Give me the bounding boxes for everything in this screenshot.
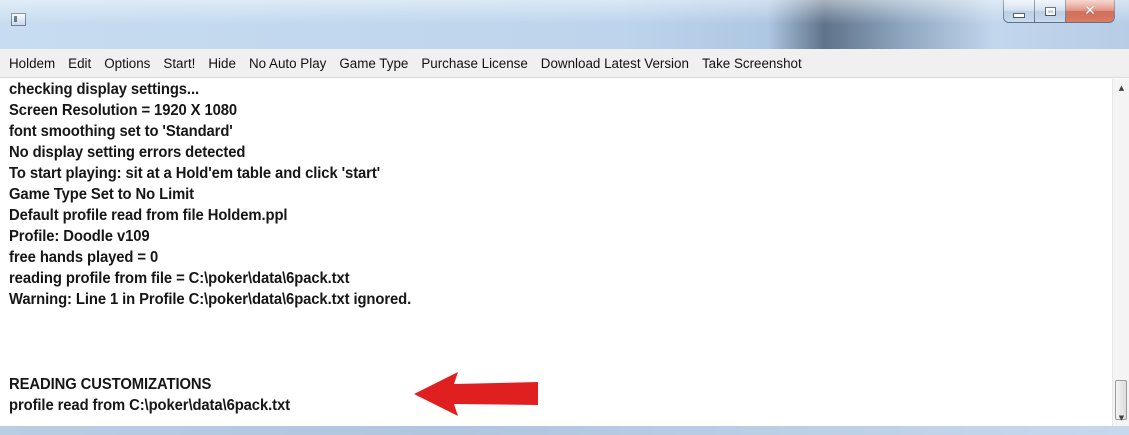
- menu-holdem[interactable]: Holdem: [9, 56, 55, 71]
- app-icon[interactable]: [11, 13, 26, 26]
- close-button[interactable]: ✕: [1066, 0, 1114, 22]
- minimize-button[interactable]: [1004, 0, 1035, 22]
- log-line: profile read from C:\poker\data\6pack.tx…: [9, 397, 290, 414]
- scroll-down-icon: ▼: [1118, 413, 1125, 422]
- app-window: ✕ Holdem Edit Options Start! Hide No Aut…: [0, 0, 1129, 435]
- log-line: To start playing: sit at a Hold'em table…: [9, 165, 381, 182]
- close-icon: ✕: [1084, 3, 1096, 19]
- log-output[interactable]: checking display settings... Screen Reso…: [9, 81, 1109, 431]
- scroll-down-button[interactable]: ▼: [1113, 409, 1129, 426]
- log-line: No display setting errors detected: [9, 144, 246, 161]
- menu-no-auto-play[interactable]: No Auto Play: [249, 56, 326, 71]
- maximize-button[interactable]: [1035, 0, 1066, 22]
- title-bar[interactable]: ✕: [0, 0, 1129, 49]
- scroll-up-icon: ▲: [1118, 83, 1125, 92]
- log-line: Game Type Set to No Limit: [9, 186, 195, 203]
- log-line: checking display settings...: [9, 81, 199, 98]
- log-line: Warning: Line 1 in Profile C:\poker\data…: [9, 291, 412, 308]
- log-line: Profile: Doodle v109: [9, 228, 150, 245]
- menu-start[interactable]: Start!: [163, 56, 195, 71]
- log-line: Screen Resolution = 1920 X 1080: [9, 102, 238, 119]
- menu-hide[interactable]: Hide: [208, 56, 236, 71]
- log-line: READING CUSTOMIZATIONS: [9, 376, 212, 393]
- log-line: reading profile from file = C:\poker\dat…: [9, 270, 350, 287]
- menu-purchase-license[interactable]: Purchase License: [421, 56, 527, 71]
- vertical-scrollbar[interactable]: ▲ ▼: [1112, 79, 1129, 426]
- menu-take-screenshot[interactable]: Take Screenshot: [702, 56, 802, 71]
- menu-edit[interactable]: Edit: [68, 56, 91, 71]
- menu-bar: Holdem Edit Options Start! Hide No Auto …: [0, 49, 1129, 78]
- log-line: font smoothing set to 'Standard': [9, 123, 233, 140]
- maximize-icon: [1044, 6, 1056, 16]
- menu-game-type[interactable]: Game Type: [339, 56, 408, 71]
- left-arrow-icon: [414, 372, 538, 416]
- menu-download-latest-version[interactable]: Download Latest Version: [541, 56, 689, 71]
- log-line: Default profile read from file Holdem.pp…: [9, 207, 288, 224]
- minimize-icon: [1013, 12, 1025, 18]
- window-bottom-edge: [0, 426, 1129, 435]
- scroll-up-button[interactable]: ▲: [1113, 79, 1129, 96]
- caption-buttons: ✕: [1003, 0, 1115, 23]
- menu-options[interactable]: Options: [104, 56, 150, 71]
- log-line: free hands played = 0: [9, 249, 159, 266]
